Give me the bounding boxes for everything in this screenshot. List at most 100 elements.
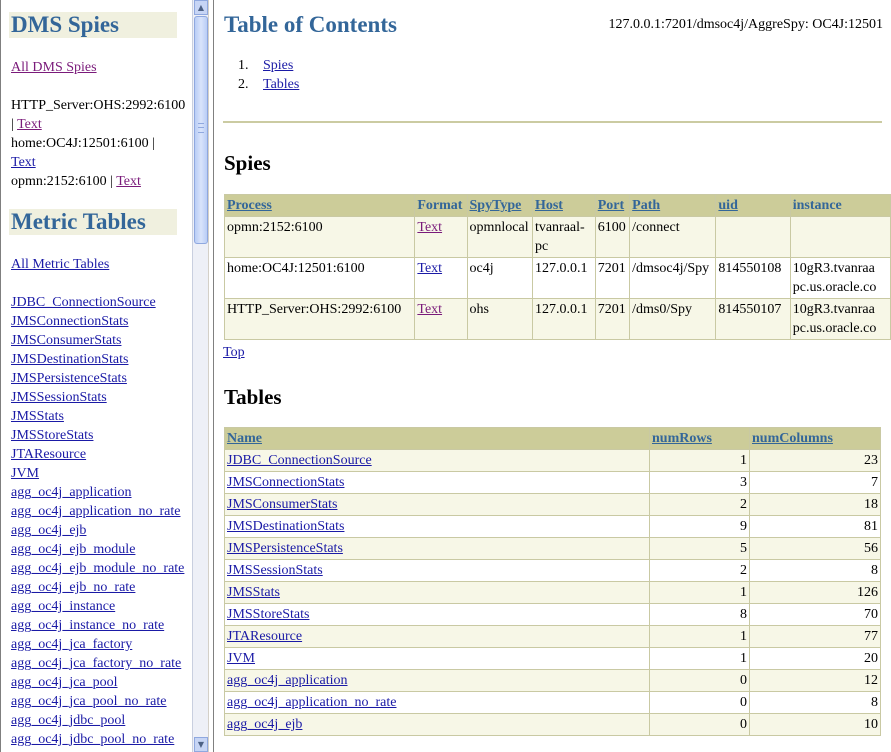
metric-list-item: agg_oc4j_application_no_rate <box>11 502 181 521</box>
table-header-row: Name numRows numColumns <box>224 427 881 450</box>
spy-text-link[interactable]: Text <box>11 155 36 170</box>
spy-text-link[interactable]: Text <box>116 174 141 189</box>
sort-host-link[interactable]: Host <box>535 198 563 213</box>
table-name-link[interactable]: JMSConnectionStats <box>227 475 344 490</box>
metric-table-link[interactable]: agg_oc4j_instance <box>11 599 115 614</box>
numrows-cell: 3 <box>649 471 750 494</box>
numcolumns-cell: 18 <box>749 493 881 516</box>
sort-uid-link[interactable]: uid <box>718 198 737 213</box>
metric-list-item: JTAResource <box>11 445 86 464</box>
table-name-cell: JMSPersistenceStats <box>224 537 650 560</box>
uid-cell: 814550108 <box>715 257 791 299</box>
numrows-cell: 0 <box>649 669 750 692</box>
metric-table-link[interactable]: JVM <box>11 466 39 481</box>
metric-table-link[interactable]: agg_oc4j_jdbc_pool_no_rate <box>11 732 174 747</box>
table-name-link[interactable]: JVM <box>227 651 255 666</box>
metric-table-link[interactable]: JMSDestinationStats <box>11 352 128 367</box>
table-row: JMSConsumerStats 2 18 <box>224 493 881 516</box>
sort-path-link[interactable]: Path <box>632 198 660 213</box>
table-name-link[interactable]: JMSConsumerStats <box>227 497 337 512</box>
spy-separator: | <box>152 136 155 151</box>
metric-table-link[interactable]: agg_oc4j_ejb_no_rate <box>11 580 135 595</box>
numrows-cell: 0 <box>649 713 750 736</box>
metric-table-link[interactable]: JMSStats <box>11 409 64 424</box>
top-link[interactable]: Top <box>223 345 245 361</box>
table-row: JDBC_ConnectionSource 1 23 <box>224 449 881 472</box>
sort-numrows-link[interactable]: numRows <box>652 431 712 446</box>
metric-table-link[interactable]: agg_oc4j_jdbc_pool <box>11 713 125 728</box>
metric-list-item: agg_oc4j_jca_pool_no_rate <box>11 692 167 711</box>
toc-spies-link[interactable]: Spies <box>263 58 293 73</box>
metric-table-link[interactable]: JMSConsumerStats <box>11 333 121 348</box>
instance-cell: 10gR3.tvanraa pc.us.oracle.co <box>789 298 891 340</box>
sort-spytype-link[interactable]: SpyType <box>470 198 522 213</box>
metric-table-link[interactable]: agg_oc4j_jca_pool_no_rate <box>11 694 167 709</box>
metric-table-link[interactable]: agg_oc4j_ejb <box>11 523 86 538</box>
all-dms-spies-link[interactable]: All DMS Spies <box>11 60 97 75</box>
table-row: HTTP_Server:OHS:2992:6100 Text ohs 127.0… <box>223 298 891 340</box>
metric-table-link[interactable]: agg_oc4j_ejb_module_no_rate <box>11 561 184 576</box>
spy-text-link[interactable]: Text <box>17 117 42 132</box>
page-title: Table of Contents <box>224 12 397 37</box>
format-text-link[interactable]: Text <box>417 302 442 317</box>
table-name-link[interactable]: agg_oc4j_application_no_rate <box>227 695 397 710</box>
metric-list-item: JMSPersistenceStats <box>11 369 127 388</box>
table-name-link[interactable]: JMSDestinationStats <box>227 519 344 534</box>
triangle-up-icon[interactable]: ▲ <box>194 0 208 15</box>
spy-name: HTTP_Server:OHS:2992:6100 <box>11 98 186 113</box>
toc-tables-link[interactable]: Tables <box>263 77 299 92</box>
table-name-cell: agg_oc4j_ejb <box>224 713 650 736</box>
numrows-cell: 5 <box>649 537 750 560</box>
left-frame-scrollbar[interactable]: ▲ ▼ <box>192 0 208 752</box>
triangle-down-icon[interactable]: ▼ <box>194 737 208 752</box>
sort-numcolumns-link[interactable]: numColumns <box>752 431 833 446</box>
metric-table-link[interactable]: JMSPersistenceStats <box>11 371 127 386</box>
metric-table-link[interactable]: agg_oc4j_instance_no_rate <box>11 618 164 633</box>
metric-table-link[interactable]: JMSSessionStats <box>11 390 107 405</box>
table-name-link[interactable]: JMSPersistenceStats <box>227 541 343 556</box>
table-name-cell: JMSStoreStats <box>224 603 650 626</box>
metric-table-link[interactable]: JMSStoreStats <box>11 428 93 443</box>
process-cell: opmn:2152:6100 <box>223 216 416 258</box>
table-name-cell: agg_oc4j_application_no_rate <box>224 691 650 714</box>
sort-port-link[interactable]: Port <box>598 198 624 213</box>
numcolumns-cell: 23 <box>749 449 881 472</box>
sort-process-link[interactable]: Process <box>227 198 272 213</box>
table-name-link[interactable]: agg_oc4j_application <box>227 673 348 688</box>
table-name-link[interactable]: JDBC_ConnectionSource <box>227 453 372 468</box>
numrows-cell: 1 <box>649 647 750 670</box>
format-text-link[interactable]: Text <box>417 220 442 235</box>
metric-table-link[interactable]: agg_oc4j_application_no_rate <box>11 504 181 519</box>
metric-list-item: JMSConsumerStats <box>11 331 121 350</box>
metric-table-link[interactable]: agg_oc4j_jca_factory_no_rate <box>11 656 181 671</box>
metric-table-link[interactable]: JDBC_ConnectionSource <box>11 295 156 310</box>
sort-name-link[interactable]: Name <box>227 431 262 446</box>
spies-section-title: Spies <box>224 151 271 175</box>
left-nav-frame: DMS Spies All DMS Spies HTTP_Server:OHS:… <box>0 0 192 752</box>
spy-separator: | <box>110 174 113 189</box>
port-cell: 6100 <box>594 216 631 258</box>
table-name-link[interactable]: agg_oc4j_ejb <box>227 717 302 732</box>
table-name-cell: agg_oc4j_application <box>224 669 650 692</box>
metric-list-item: agg_oc4j_ejb_module <box>11 540 135 559</box>
table-row: agg_oc4j_ejb 0 10 <box>224 713 881 736</box>
all-metric-tables-link[interactable]: All Metric Tables <box>11 257 109 272</box>
spies-table: Process Format SpyType Host Port Path ui… <box>223 194 891 340</box>
process-cell: home:OC4J:12501:6100 <box>223 257 416 299</box>
table-name-link[interactable]: JMSStoreStats <box>227 607 309 622</box>
table-name-link[interactable]: JTAResource <box>227 629 302 644</box>
metric-table-link[interactable]: agg_oc4j_jca_pool <box>11 675 118 690</box>
metric-table-link[interactable]: agg_oc4j_application <box>11 485 132 500</box>
metric-table-link[interactable]: JTAResource <box>11 447 86 462</box>
metric-table-link[interactable]: JMSConnectionStats <box>11 314 128 329</box>
metric-table-link[interactable]: agg_oc4j_ejb_module <box>11 542 135 557</box>
table-row: JMSConnectionStats 3 7 <box>224 471 881 494</box>
table-name-link[interactable]: JMSStats <box>227 585 280 600</box>
format-text-link[interactable]: Text <box>417 261 442 276</box>
server-path: 127.0.0.1:7201/dmsoc4j/AggreSpy: OC4J:12… <box>608 17 883 32</box>
numrows-cell: 1 <box>649 449 750 472</box>
metric-table-link[interactable]: agg_oc4j_jca_factory <box>11 637 132 652</box>
host-cell: 127.0.0.1 <box>531 298 596 340</box>
table-name-link[interactable]: JMSSessionStats <box>227 563 323 578</box>
scrollbar-thumb[interactable] <box>194 16 208 244</box>
